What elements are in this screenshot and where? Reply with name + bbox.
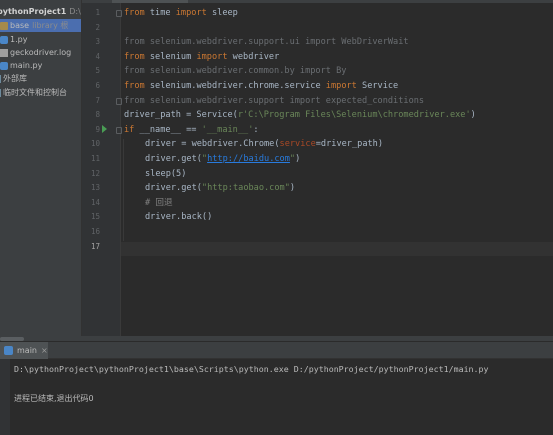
tree-item-label: 临时文件和控制台 (3, 88, 67, 97)
code-text: =driver_path) (315, 139, 384, 150)
imported-name: Service (356, 81, 399, 91)
line-number: 6 (95, 81, 100, 90)
tree-item-label: base (10, 21, 30, 30)
code-line-1: from time import sleep (124, 6, 238, 21)
module-name: selenium.webdriver.chrome.service (144, 81, 326, 91)
line-number: 7 (95, 95, 100, 105)
line-number: 12 (90, 168, 100, 178)
current-line-highlight (121, 241, 553, 257)
code-text: ) (289, 183, 296, 194)
close-icon[interactable]: × (41, 346, 48, 355)
folder-icon (0, 21, 8, 30)
console-exit-message: 进程已结束,退出代码0 (14, 394, 94, 403)
string-literal: '__main__' (201, 124, 254, 135)
code-line-14: # 回退 (145, 196, 173, 211)
code-text: ) (295, 154, 301, 164)
line-number: 13 (90, 183, 100, 193)
tree-item-label: 外部库 (3, 74, 27, 83)
keyword: from (124, 81, 145, 91)
fold-marker-icon[interactable] (116, 98, 122, 105)
code-line-11: driver.get("http://baidu.com") (145, 152, 300, 167)
code-text: driver = webdriver.Chrome( (145, 139, 280, 150)
project-root[interactable]: pythonProject1D:\p (0, 5, 81, 18)
code-line-3: from selenium.webdriver.support.ui impor… (124, 37, 409, 48)
url-link[interactable]: http://baidu.com (207, 154, 290, 164)
code-comment: # 回退 (145, 197, 173, 208)
scratch-icon (0, 88, 1, 97)
line-number: 14 (90, 197, 100, 207)
run-tab-label: main (17, 346, 37, 355)
console-toolbar (0, 359, 10, 435)
code-line-8: driver_path = Service(r'C:\Program Files… (124, 108, 476, 123)
horizontal-scrollbar[interactable] (0, 337, 24, 341)
tree-item-external-libraries[interactable]: 外部库 (0, 72, 27, 85)
tree-item-label: main.py (10, 61, 43, 70)
keyword: import (325, 81, 357, 91)
code-line-5: from selenium.webdriver.common.by import… (124, 66, 347, 77)
code-line-10: driver = webdriver.Chrome(service=driver… (145, 137, 383, 152)
tree-item-1py[interactable]: 1.py (0, 33, 27, 46)
run-tool-header: main × (0, 342, 553, 359)
keyword: import (175, 8, 207, 18)
run-gutter-icon[interactable] (102, 125, 107, 133)
line-number: 10 (90, 139, 100, 149)
imported-name: sleep (206, 8, 238, 18)
code-text: : (253, 124, 259, 135)
line-number: 8 (95, 110, 100, 120)
code-line-7: from selenium.webdriver.support import e… (124, 95, 425, 106)
keyword: from (124, 8, 145, 18)
keyword: if (124, 124, 135, 135)
code-text: ) (470, 110, 476, 121)
line-number: 3 (95, 37, 100, 47)
keyword: from (124, 51, 145, 62)
line-number: 2 (95, 22, 100, 32)
tree-item-geckodriver-log[interactable]: geckodriver.log (0, 46, 71, 59)
tree-item-scratches[interactable]: 临时文件和控制台 (0, 86, 67, 99)
keyword: import (196, 51, 228, 62)
line-number: 15 (90, 212, 100, 222)
tree-item-base[interactable]: base library 根 (0, 19, 81, 32)
keyword-argument: service (279, 139, 316, 150)
tree-item-main-py[interactable]: main.py (0, 59, 42, 72)
imported-name: webdriver (227, 51, 280, 62)
console-command-line: D:\pythonProject\pythonProject1\base\Scr… (14, 364, 489, 374)
tree-item-tag: library 根 (32, 21, 69, 30)
code-line-4: from selenium import webdriver (124, 50, 279, 65)
project-panel: pythonProject1D:\p baselibrary 根 1.py ge… (0, 0, 82, 336)
project-name: pythonProject1 (0, 7, 67, 16)
tree-item-label: 1.py (10, 35, 28, 44)
code-text: driver_path = Service( (124, 110, 238, 121)
python-file-icon (0, 35, 8, 44)
module-name: selenium (144, 51, 197, 62)
code-text: __name__ == (134, 124, 202, 135)
line-number: 4 (95, 51, 100, 61)
python-file-icon (4, 346, 13, 355)
line-number: 5 (95, 66, 100, 76)
module-name: time (144, 8, 176, 18)
code-line-12: sleep(5) (145, 168, 187, 179)
code-line-9: if __name__ == '__main__': (124, 123, 259, 138)
code-line-15: driver.back() (145, 212, 213, 223)
line-number: 9 (95, 124, 100, 134)
line-number: 11 (90, 154, 100, 163)
python-file-icon (0, 61, 8, 70)
current-line-number: 17 (90, 241, 100, 251)
code-text: driver.get( (145, 154, 202, 164)
code-line-6: from selenium.webdriver.chrome.service i… (124, 79, 398, 94)
string-literal: "http:taobao.com" (201, 183, 290, 194)
line-number: 1 (95, 8, 100, 17)
code-text: driver.get( (145, 183, 202, 194)
line-number: 16 (90, 227, 100, 236)
tree-item-label: geckodriver.log (10, 48, 72, 57)
log-file-icon (0, 48, 8, 57)
fold-marker-icon[interactable] (116, 10, 122, 17)
string-literal: r'C:\Program Files\Selenium\chromedriver… (237, 110, 471, 121)
project-path: D:\p (69, 7, 81, 16)
indent-guide (123, 139, 124, 241)
code-line-13: driver.get("http:taobao.com") (145, 181, 295, 196)
run-tab-main[interactable]: main × (0, 342, 48, 359)
library-icon (0, 74, 1, 83)
fold-marker-icon[interactable] (116, 127, 122, 134)
